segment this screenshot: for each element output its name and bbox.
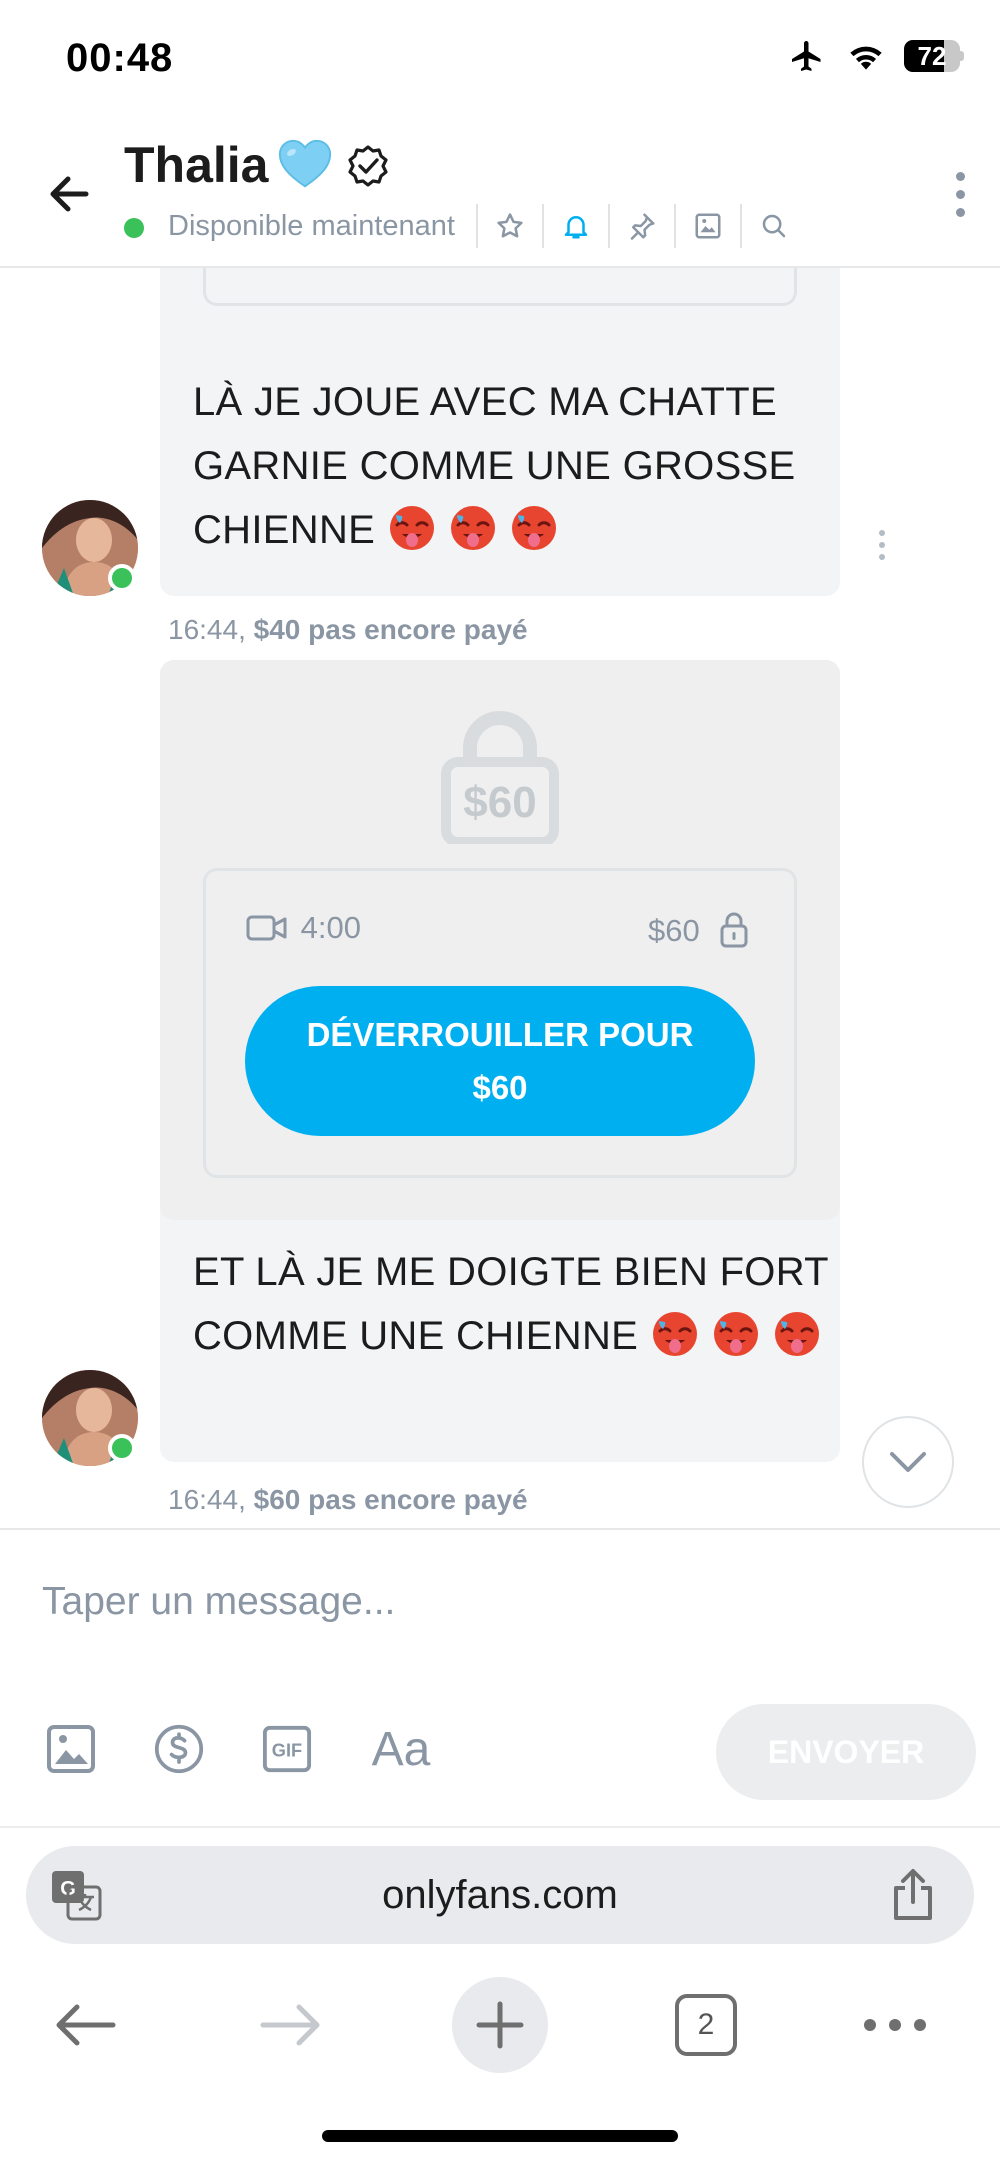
tabs-button[interactable]: 2: [651, 1970, 761, 2080]
media-info: 4:00: [246, 910, 361, 946]
scroll-down-button[interactable]: [862, 1416, 954, 1508]
send-button[interactable]: ENVOYER: [716, 1704, 976, 1800]
message-text: ET LÀ JE ME DOIGTE BIEN FORT COMME UNE C…: [193, 1240, 833, 1368]
unlock-button-price: $60: [472, 1069, 528, 1106]
back-arrow-icon[interactable]: [40, 164, 100, 224]
status-bar: 00:48 72: [0, 0, 1000, 120]
pin-icon[interactable]: [610, 204, 674, 248]
hot-face-emoji: [775, 1312, 820, 1356]
url-text: onlyfans.com: [382, 1873, 618, 1917]
arrow-right-icon: [260, 2004, 320, 2046]
battery-icon: 72: [904, 40, 964, 72]
battery-level: 72: [917, 41, 947, 71]
verified-badge-icon: [348, 145, 388, 187]
browser-menu-button[interactable]: [840, 1970, 950, 2080]
media-duration: 4:00: [300, 910, 361, 945]
browser-forward-button[interactable]: [236, 1970, 346, 2080]
lock-small-icon: [720, 912, 748, 948]
browser-nav-row: 2: [0, 1970, 1000, 2080]
message-price-status: $60 pas encore payé: [253, 1484, 528, 1515]
gif-icon[interactable]: GIF: [262, 1724, 312, 1774]
online-status-text: Disponible maintenant: [168, 210, 455, 242]
message-meta: 16:44, $40 pas encore payé: [168, 614, 528, 646]
tab-count: 2: [675, 1994, 737, 2056]
status-time: 00:48: [66, 36, 174, 80]
svg-text:GIF: GIF: [272, 1740, 302, 1761]
avatar-online-dot: [108, 564, 136, 592]
home-indicator: [322, 2130, 678, 2142]
contact-name[interactable]: Thalia: [124, 136, 268, 194]
message-price-status: $40 pas encore payé: [253, 614, 528, 645]
dollar-icon[interactable]: [154, 1724, 204, 1774]
media-price-row: $60: [648, 910, 750, 949]
locked-price: $60: [463, 778, 537, 827]
hot-face-emoji: [450, 506, 495, 550]
media-price: $60: [648, 913, 700, 948]
media-card-edge: [203, 268, 797, 306]
hot-face-emoji: [512, 506, 557, 550]
image-icon[interactable]: [676, 204, 740, 248]
message-options-icon[interactable]: [872, 530, 892, 570]
new-tab-button[interactable]: [445, 1970, 555, 2080]
unlock-button[interactable]: DÉVERROUILLER POUR $60: [245, 986, 755, 1136]
header-toolbar: [476, 204, 806, 248]
light-blue-heart-icon: [278, 139, 332, 188]
star-icon[interactable]: [478, 204, 542, 248]
video-icon: [246, 915, 287, 941]
message-composer: Taper un message... GIF Aa ENVOYER: [0, 1528, 1000, 1826]
arrow-left-icon: [56, 2004, 116, 2046]
message-time: 16:44,: [168, 614, 246, 645]
browser-back-button[interactable]: [30, 1970, 140, 2080]
screen: 00:48 72 Thalia Disponible maintenant LÀ…: [0, 0, 1000, 2166]
search-icon[interactable]: [742, 204, 806, 248]
plus-icon: [476, 2001, 524, 2049]
share-icon[interactable]: [888, 1868, 938, 1922]
message-time: 16:44,: [168, 1484, 246, 1515]
hot-face-emoji: [389, 506, 434, 550]
chat-header: Thalia Disponible maintenant: [0, 120, 1000, 268]
status-icons: 72: [786, 38, 964, 74]
unlock-button-label: DÉVERROUILLER POUR: [306, 1016, 694, 1053]
bell-icon[interactable]: [544, 204, 608, 248]
online-status-dot: [124, 218, 144, 238]
chat-area: LÀ JE JOUE AVEC MA CHATTE GARNIE COMME U…: [0, 268, 1000, 1528]
message-text: LÀ JE JOUE AVEC MA CHATTE GARNIE COMME U…: [193, 370, 813, 562]
image-icon[interactable]: [46, 1724, 96, 1774]
hot-face-emoji: [713, 1312, 758, 1356]
wifi-icon: [850, 46, 882, 70]
chevron-down-icon: [890, 1452, 926, 1472]
avatar-online-dot: [108, 1434, 136, 1462]
more-options-icon[interactable]: [940, 164, 980, 224]
text-format-icon[interactable]: Aa: [370, 1723, 432, 1776]
airplane-icon: [792, 41, 821, 71]
message-meta: 16:44, $60 pas encore payé: [168, 1484, 528, 1516]
address-bar[interactable]: G onlyfans.com: [26, 1846, 974, 1944]
message-input[interactable]: Taper un message...: [42, 1580, 395, 1624]
more-horizontal-icon: [864, 2019, 926, 2031]
composer-toolbar: GIF Aa: [46, 1723, 432, 1776]
hot-face-emoji: [652, 1312, 697, 1356]
browser-toolbar: G onlyfans.com 2: [0, 1826, 1000, 2166]
